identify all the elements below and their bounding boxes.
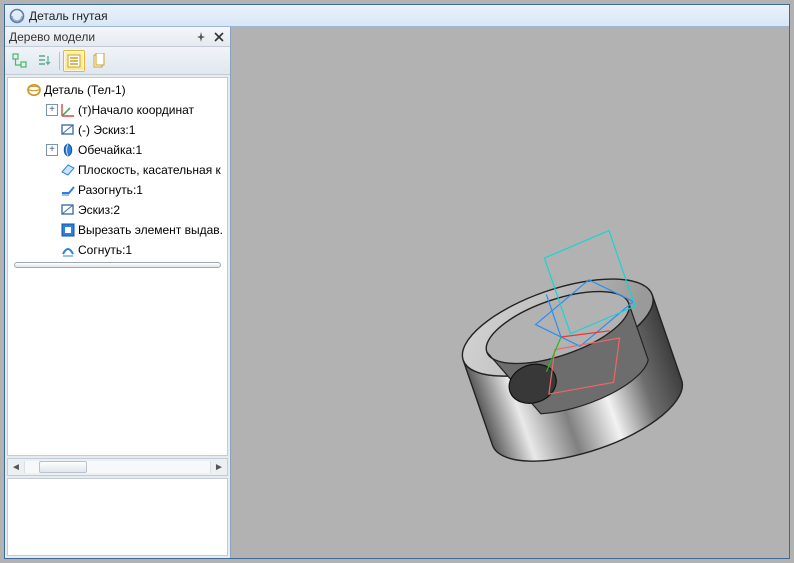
expander-blank: [46, 224, 58, 236]
expander-icon[interactable]: +: [46, 104, 58, 116]
tree-row[interactable]: + Обечайка:1: [8, 140, 227, 160]
origin-icon: [60, 102, 76, 118]
toolbar-tree-sort-button[interactable]: [34, 50, 56, 72]
tree-inner-scroll-indicator[interactable]: [14, 262, 221, 268]
toolbar-separator: [59, 52, 60, 70]
expander-blank: [46, 124, 58, 136]
tree-row[interactable]: + (т)Начало координат: [8, 100, 227, 120]
expander-blank: [46, 204, 58, 216]
viewport-3d[interactable]: [231, 27, 789, 558]
panel-title: Дерево модели: [9, 30, 190, 44]
tree-node-label: Обечайка:1: [78, 143, 142, 157]
tree-row[interactable]: Согнуть:1: [8, 240, 227, 260]
window-title: Деталь гнутая: [29, 9, 108, 23]
tree-row[interactable]: Разогнуть:1: [8, 180, 227, 200]
tree-node-label: Плоскость, касательная к: [78, 163, 221, 177]
tree-row[interactable]: Эскиз:2: [8, 200, 227, 220]
expander-blank: [46, 184, 58, 196]
expander-blank: [46, 244, 58, 256]
model-tree-panel: Дерево модели: [5, 27, 231, 558]
tree-root-label: Деталь (Тел-1): [44, 83, 126, 97]
bend-icon: [60, 242, 76, 258]
panel-header[interactable]: Дерево модели: [5, 27, 230, 47]
cut-extrude-icon: [60, 222, 76, 238]
unbend-icon: [60, 182, 76, 198]
pin-icon[interactable]: [194, 30, 208, 44]
scroll-right-icon[interactable]: ►: [211, 459, 227, 475]
model-tree[interactable]: Деталь (Тел-1) + (т)Начало координат: [7, 77, 228, 456]
tree-node-label: Вырезать элемент выдав.: [78, 223, 223, 237]
tree-node-label: Эскиз:2: [78, 203, 120, 217]
tree-node-label: (-) Эскиз:1: [78, 123, 135, 137]
app-window: Деталь гнутая Дерево модели: [4, 4, 790, 559]
panel-horizontal-scrollbar[interactable]: ◄ ►: [7, 458, 228, 476]
tree-node-label: Разогнуть:1: [78, 183, 143, 197]
panel-toolbar: [5, 47, 230, 75]
plane-icon: [60, 162, 76, 178]
model-preview: [383, 159, 739, 515]
tree-node-label: Согнуть:1: [78, 243, 132, 257]
part-icon: [26, 82, 42, 98]
scroll-track[interactable]: [24, 461, 211, 473]
scroll-thumb[interactable]: [39, 461, 87, 473]
main-area: Дерево модели: [5, 27, 789, 558]
close-icon[interactable]: [212, 30, 226, 44]
tree-root-row[interactable]: Деталь (Тел-1): [8, 80, 227, 100]
sketch-icon: [60, 122, 76, 138]
expander-icon[interactable]: +: [46, 144, 58, 156]
tree-row[interactable]: Плоскость, касательная к: [8, 160, 227, 180]
panel-bottom-section: [7, 478, 228, 556]
toolbar-list-view-button[interactable]: [63, 50, 85, 72]
tree-row[interactable]: (-) Эскиз:1: [8, 120, 227, 140]
toolbar-doc-view-button[interactable]: [88, 50, 110, 72]
window-titlebar[interactable]: Деталь гнутая: [5, 5, 789, 27]
tree-row[interactable]: Вырезать элемент выдав.: [8, 220, 227, 240]
scroll-left-icon[interactable]: ◄: [8, 459, 24, 475]
toolbar-tree-config-button[interactable]: [9, 50, 31, 72]
tree-node-label: (т)Начало координат: [78, 103, 194, 117]
app-icon: [9, 8, 25, 24]
expander-blank: [46, 164, 58, 176]
sketch-icon: [60, 202, 76, 218]
shell-icon: [60, 142, 76, 158]
